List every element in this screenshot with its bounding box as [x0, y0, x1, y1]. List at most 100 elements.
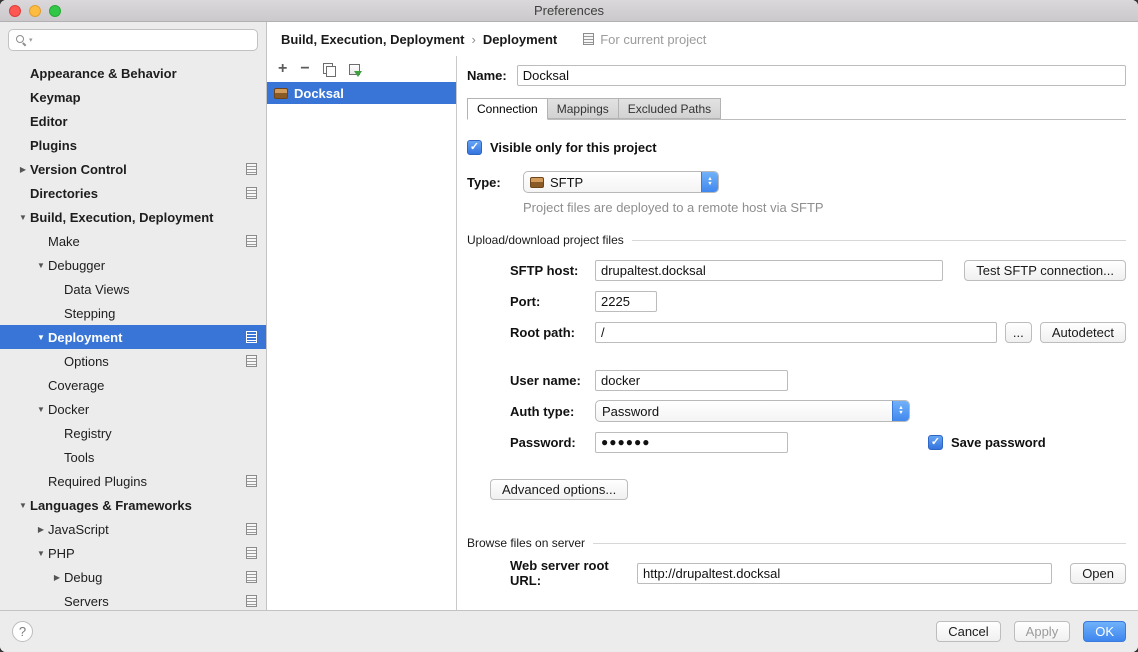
auth-type-value: Password — [602, 404, 659, 419]
project-settings-icon — [246, 571, 257, 583]
server-list-item[interactable]: Docksal — [267, 82, 456, 104]
root-path-field[interactable] — [595, 322, 997, 343]
search-filter-caret-icon[interactable]: ▾ — [29, 36, 33, 44]
sidebar-item-tools[interactable]: Tools — [0, 445, 266, 469]
chevron-down-icon[interactable]: ▼ — [16, 501, 30, 510]
project-settings-icon — [246, 163, 257, 175]
web-root-label: Web server root URL: — [510, 558, 637, 588]
name-label: Name: — [467, 68, 507, 83]
sidebar-item-make[interactable]: Make — [0, 229, 266, 253]
cancel-button[interactable]: Cancel — [936, 621, 1000, 642]
type-select[interactable]: SFTP ▲▼ — [523, 171, 719, 193]
project-settings-icon — [246, 235, 257, 247]
breadcrumb-segment-1[interactable]: Build, Execution, Deployment — [281, 32, 464, 47]
apply-button[interactable]: Apply — [1014, 621, 1071, 642]
search-icon — [15, 34, 27, 46]
sidebar-item-registry[interactable]: Registry — [0, 421, 266, 445]
auth-type-label: Auth type: — [510, 404, 595, 419]
sidebar-item-keymap[interactable]: Keymap — [0, 85, 266, 109]
sidebar-item-docker[interactable]: ▼Docker — [0, 397, 266, 421]
visible-only-checkbox[interactable]: ✓ — [467, 140, 482, 155]
sidebar-item-required-plugins[interactable]: Required Plugins — [0, 469, 266, 493]
import-server-button[interactable] — [349, 64, 360, 75]
close-button[interactable] — [9, 5, 21, 17]
sidebar-item-php[interactable]: ▼PHP — [0, 541, 266, 565]
breadcrumb-segment-2[interactable]: Deployment — [483, 32, 557, 47]
sftp-host-label: SFTP host: — [510, 263, 595, 278]
open-button[interactable]: Open — [1070, 563, 1126, 584]
zoom-button[interactable] — [49, 5, 61, 17]
sidebar-item-languages-frameworks[interactable]: ▼Languages & Frameworks — [0, 493, 266, 517]
preferences-window: Preferences ▾ Appearance & Behavior Keym… — [0, 0, 1138, 652]
minimize-button[interactable] — [29, 5, 41, 17]
scope-label: For current project — [600, 32, 706, 47]
add-server-button[interactable]: + — [278, 61, 287, 77]
test-sftp-connection-button[interactable]: Test SFTP connection... — [964, 260, 1126, 281]
sftp-host-row: SFTP host: Test SFTP connection... — [510, 259, 1126, 281]
server-list-toolbar: + − — [267, 56, 456, 82]
help-button[interactable]: ? — [12, 621, 33, 642]
sftp-host-field[interactable] — [595, 260, 943, 281]
chevron-down-icon[interactable]: ▼ — [34, 405, 48, 414]
name-field[interactable] — [517, 65, 1126, 86]
save-password-checkbox[interactable]: ✓ — [928, 435, 943, 450]
password-field[interactable] — [595, 432, 788, 453]
chevron-down-icon[interactable]: ▼ — [34, 549, 48, 558]
name-row: Name: — [467, 64, 1126, 86]
sidebar-item-stepping[interactable]: Stepping — [0, 301, 266, 325]
project-settings-icon — [246, 331, 257, 343]
web-root-field[interactable] — [637, 563, 1052, 584]
project-settings-icon — [246, 595, 257, 607]
tab-mappings[interactable]: Mappings — [547, 98, 619, 119]
sftp-server-icon — [274, 88, 288, 99]
upload-section-label: Upload/download project files — [467, 233, 624, 247]
search-box[interactable]: ▾ — [8, 29, 258, 51]
port-label: Port: — [510, 294, 595, 309]
advanced-options-button[interactable]: Advanced options... — [490, 479, 628, 500]
search-input[interactable] — [35, 33, 251, 47]
server-name: Docksal — [294, 86, 344, 101]
autodetect-button[interactable]: Autodetect — [1040, 322, 1126, 343]
sidebar-item-plugins[interactable]: Plugins — [0, 133, 266, 157]
sidebar-item-coverage[interactable]: Coverage — [0, 373, 266, 397]
sidebar-item-javascript[interactable]: ▶JavaScript — [0, 517, 266, 541]
tab-connection[interactable]: Connection — [467, 98, 548, 120]
ok-button[interactable]: OK — [1083, 621, 1126, 642]
password-row: Password: ✓ Save password — [510, 431, 1126, 453]
user-name-field[interactable] — [595, 370, 788, 391]
auth-type-select[interactable]: Password ▲▼ — [595, 400, 910, 422]
sidebar-item-options[interactable]: Options — [0, 349, 266, 373]
sidebar-item-directories[interactable]: Directories — [0, 181, 266, 205]
sidebar-item-version-control[interactable]: ▶Version Control — [0, 157, 266, 181]
project-icon — [583, 33, 594, 45]
root-path-label: Root path: — [510, 325, 595, 340]
sidebar-item-data-views[interactable]: Data Views — [0, 277, 266, 301]
chevron-down-icon[interactable]: ▼ — [34, 261, 48, 270]
copy-icon — [323, 63, 336, 76]
sidebar-item-servers[interactable]: Servers — [0, 589, 266, 610]
sidebar-item-editor[interactable]: Editor — [0, 109, 266, 133]
user-name-label: User name: — [510, 373, 595, 388]
tab-excluded-paths[interactable]: Excluded Paths — [618, 98, 721, 119]
chevron-right-icon[interactable]: ▶ — [34, 525, 48, 534]
dialog-footer: ? Cancel Apply OK — [0, 610, 1138, 652]
chevron-right-icon[interactable]: ▶ — [16, 165, 30, 174]
settings-tabs: Connection Mappings Excluded Paths — [467, 98, 1126, 120]
sidebar-item-debugger[interactable]: ▼Debugger — [0, 253, 266, 277]
port-field[interactable] — [595, 291, 657, 312]
copy-server-button[interactable] — [323, 63, 336, 76]
visible-only-label: Visible only for this project — [490, 140, 657, 155]
chevron-right-icon[interactable]: ▶ — [50, 573, 64, 582]
chevron-down-icon[interactable]: ▼ — [34, 333, 48, 342]
type-label: Type: — [467, 175, 523, 190]
browse-root-path-button[interactable]: ... — [1005, 322, 1032, 343]
sidebar-item-appearance-behavior[interactable]: Appearance & Behavior — [0, 61, 266, 85]
sidebar-item-debug[interactable]: ▶Debug — [0, 565, 266, 589]
sidebar-item-deployment[interactable]: ▼Deployment — [0, 325, 266, 349]
window-title: Preferences — [534, 3, 604, 18]
titlebar: Preferences — [0, 0, 1138, 22]
chevron-down-icon[interactable]: ▼ — [16, 213, 30, 222]
remove-server-button[interactable]: − — [300, 61, 309, 77]
sidebar-item-build-execution-deployment[interactable]: ▼Build, Execution, Deployment — [0, 205, 266, 229]
type-value: SFTP — [550, 175, 583, 190]
